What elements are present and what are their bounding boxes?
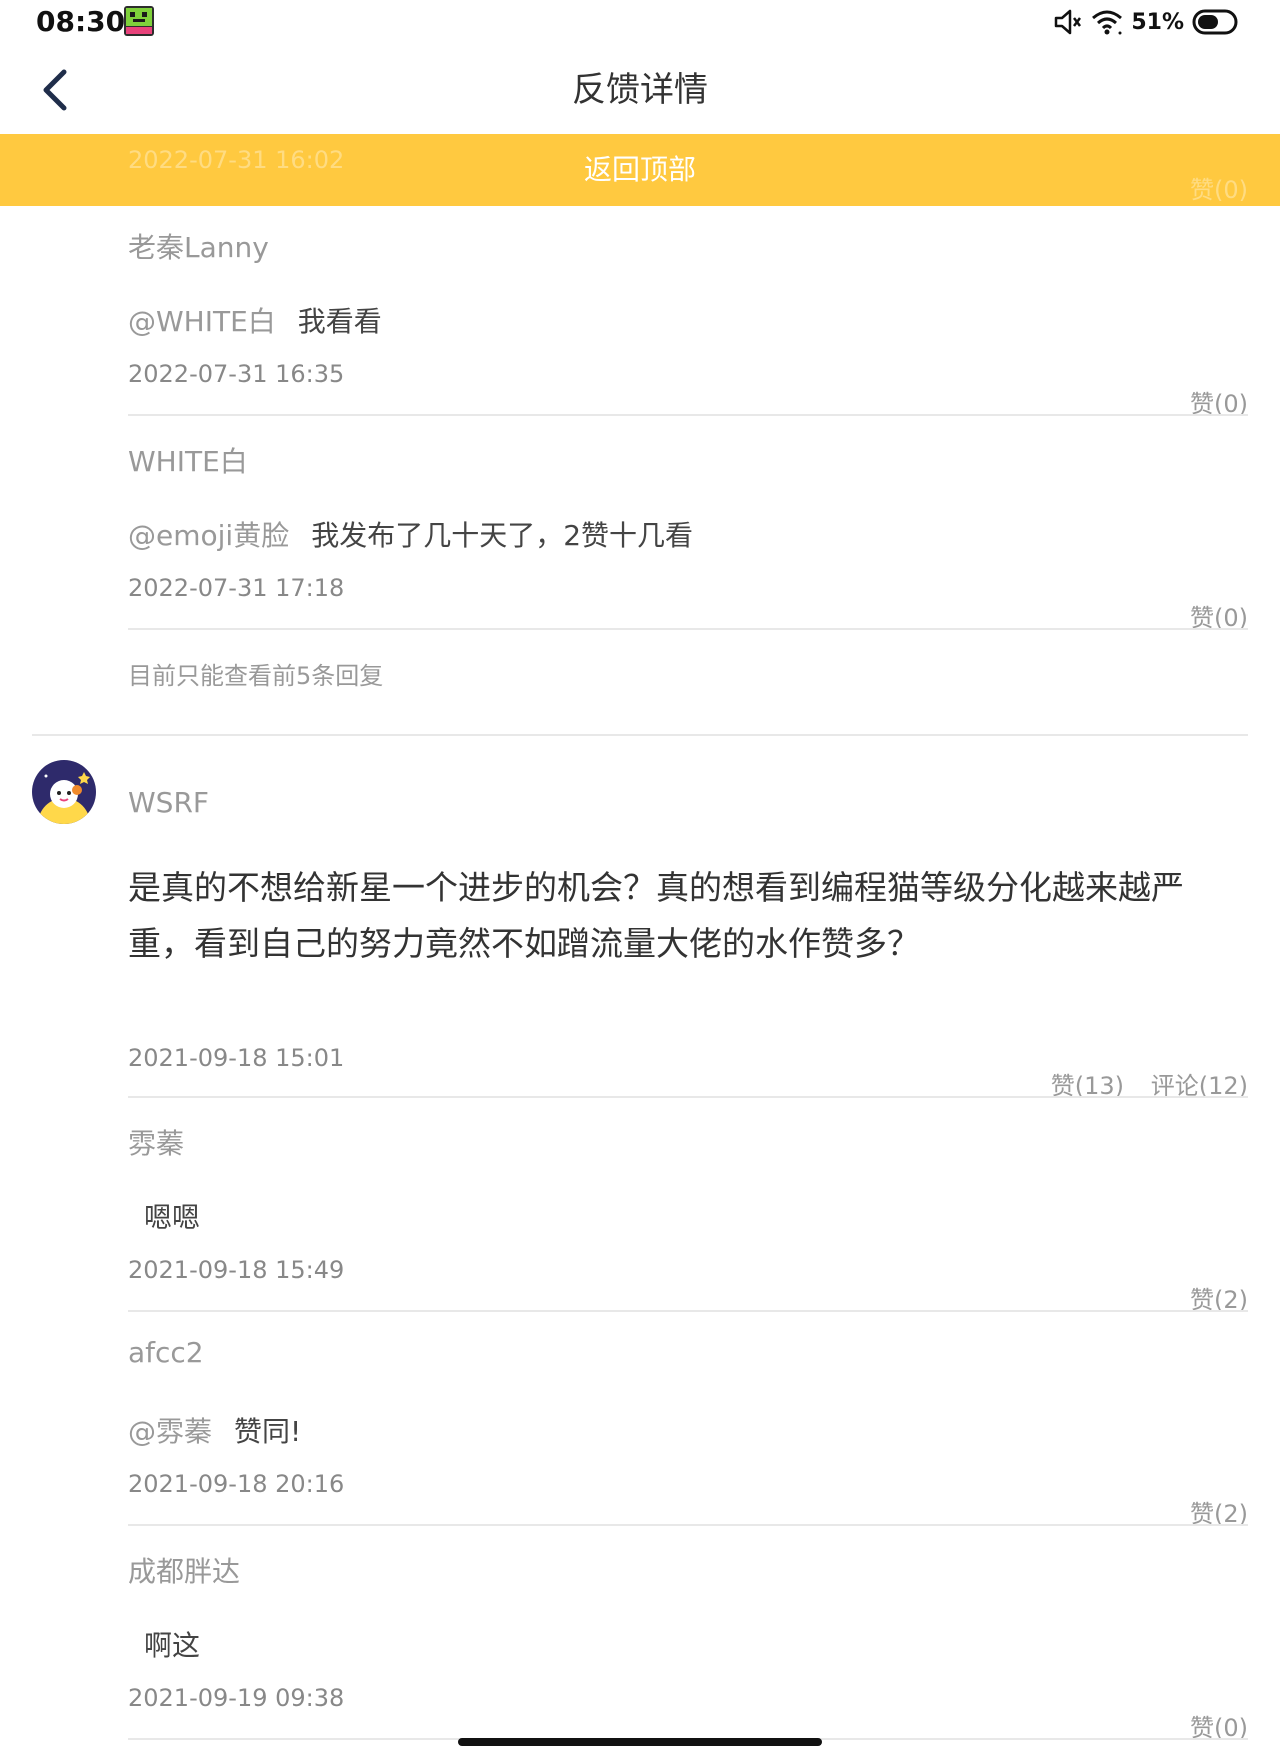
reply-text: 嗯嗯: [128, 1196, 200, 1236]
more-replies-note: 目前只能查看前5条回复: [128, 662, 384, 690]
divider: [128, 1310, 1248, 1312]
reply-time: 2021-09-18 15:49: [128, 1256, 345, 1284]
reply-author[interactable]: 老秦Lanny: [128, 226, 269, 266]
battery-icon: [1192, 9, 1238, 35]
reply-author[interactable]: 成都胖达: [128, 1550, 240, 1590]
home-indicator[interactable]: [458, 1738, 822, 1746]
reply-time: 2021-09-18 20:16: [128, 1470, 345, 1498]
reply-author[interactable]: WHITE白: [128, 440, 248, 480]
post-time: 2021-09-18 15:01: [128, 1044, 345, 1072]
divider: [128, 414, 1248, 416]
reply-body: 嗯嗯: [144, 1201, 201, 1234]
section-divider: [32, 734, 1248, 736]
divider: [128, 628, 1248, 630]
status-icons: 51%: [1053, 6, 1240, 38]
back-to-top-label[interactable]: 返回顶部: [0, 134, 1280, 206]
reply-time: 2021-09-19 09:38: [128, 1684, 345, 1712]
avatar-image: [32, 760, 96, 824]
reply-mention[interactable]: @emoji黄脸: [128, 519, 289, 552]
reply-time: 2022-07-31 17:18: [128, 574, 345, 602]
reply-body: 我发布了几十天了，2赞十几看: [311, 519, 694, 552]
reply-body: 赞同!: [234, 1415, 302, 1448]
reply-body: 我看看: [297, 305, 382, 338]
mute-icon: [1055, 9, 1082, 35]
app-icon: [124, 6, 154, 36]
reply-text: @emoji黄脸 我发布了几十天了，2赞十几看: [128, 514, 693, 554]
reply-text: @雰蓁 赞同!: [128, 1410, 301, 1450]
status-time: 08:30: [36, 5, 126, 38]
avatar[interactable]: [32, 760, 96, 824]
reply-author[interactable]: afcc2: [128, 1336, 204, 1369]
post-content: 是真的不想给新星一个进步的机会？真的想看到编程猫等级分化越来越严重，看到自己的努…: [128, 868, 1184, 963]
post-author[interactable]: WSRF: [128, 786, 209, 819]
divider: [128, 1524, 1248, 1526]
battery-percent: 51%: [1131, 9, 1184, 35]
reply-mention[interactable]: @雰蓁: [128, 1415, 212, 1448]
reply-mention[interactable]: @WHITE白: [128, 305, 276, 338]
divider: [128, 1096, 1248, 1098]
reply-text: 啊这: [128, 1624, 200, 1664]
reply-author[interactable]: 雰蓁: [128, 1122, 184, 1162]
page-title: 反馈详情: [572, 70, 708, 110]
reply-time: 2022-07-31 16:35: [128, 360, 345, 388]
reply-body: 啊这: [144, 1629, 201, 1662]
reply-text: @WHITE白 我看看: [128, 300, 382, 340]
wifi-icon: [1092, 10, 1123, 35]
